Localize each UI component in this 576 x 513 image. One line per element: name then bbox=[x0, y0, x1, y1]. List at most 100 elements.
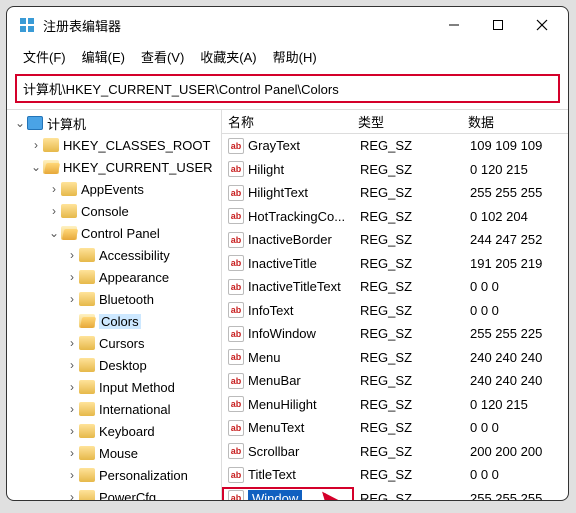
value-name-cell: abHilightText bbox=[222, 185, 354, 201]
value-name-cell: abInactiveTitle bbox=[222, 255, 354, 271]
tree-accessibility[interactable]: ›Accessibility bbox=[7, 244, 221, 266]
value-data: 0 0 0 bbox=[464, 420, 568, 435]
value-name: TitleText bbox=[248, 467, 296, 482]
value-data: 0 0 0 bbox=[464, 303, 568, 318]
value-row[interactable]: abInfoWindowREG_SZ255 255 225 bbox=[222, 322, 568, 346]
chevron-down-icon[interactable]: ⌄ bbox=[29, 160, 43, 174]
chevron-right-icon[interactable]: › bbox=[65, 490, 79, 500]
menu-edit[interactable]: 编辑(E) bbox=[76, 45, 131, 68]
value-row[interactable]: abInactiveTitleTextREG_SZ0 0 0 bbox=[222, 275, 568, 299]
tree-international[interactable]: ›International bbox=[7, 398, 221, 420]
chevron-right-icon[interactable]: › bbox=[65, 248, 79, 262]
value-row[interactable]: abMenuTextREG_SZ0 0 0 bbox=[222, 416, 568, 440]
menu-help[interactable]: 帮助(H) bbox=[267, 45, 323, 68]
value-row[interactable]: abMenuHilightREG_SZ0 120 215 bbox=[222, 393, 568, 417]
tree-root[interactable]: ⌄ 计算机 bbox=[7, 112, 221, 134]
value-row[interactable]: abWindowREG_SZ255 255 255 bbox=[222, 487, 568, 501]
tree-inputmethod[interactable]: › Input Method bbox=[7, 376, 221, 398]
folder-icon bbox=[79, 336, 95, 350]
chevron-right-icon[interactable]: › bbox=[47, 204, 61, 218]
value-row[interactable]: abGrayTextREG_SZ109 109 109 bbox=[222, 134, 568, 158]
chevron-right-icon[interactable]: › bbox=[47, 182, 61, 196]
col-type[interactable]: 类型 bbox=[352, 112, 462, 131]
tree-hkcu[interactable]: ⌄ HKEY_CURRENT_USER bbox=[7, 156, 221, 178]
value-type: REG_SZ bbox=[354, 209, 464, 224]
close-button[interactable] bbox=[520, 11, 564, 39]
tree-controlpanel[interactable]: ⌄ Control Panel bbox=[7, 222, 221, 244]
app-icon bbox=[19, 17, 35, 33]
minimize-button[interactable] bbox=[432, 11, 476, 39]
value-row[interactable]: abHilightREG_SZ0 120 215 bbox=[222, 158, 568, 182]
value-name: Menu bbox=[248, 350, 281, 365]
value-row[interactable]: abInactiveTitleREG_SZ191 205 219 bbox=[222, 252, 568, 276]
value-data: 0 0 0 bbox=[464, 279, 568, 294]
tree-hkcr[interactable]: › HKEY_CLASSES_ROOT bbox=[7, 134, 221, 156]
tree-bluetooth[interactable]: ›Bluetooth bbox=[7, 288, 221, 310]
value-row[interactable]: abInactiveBorderREG_SZ244 247 252 bbox=[222, 228, 568, 252]
folder-icon bbox=[61, 182, 77, 196]
chevron-right-icon[interactable]: › bbox=[65, 358, 79, 372]
folder-icon bbox=[79, 402, 95, 416]
tree-label: Input Method bbox=[99, 380, 175, 395]
menu-view[interactable]: 查看(V) bbox=[135, 45, 190, 68]
chevron-right-icon[interactable]: › bbox=[65, 424, 79, 438]
string-value-icon: ab bbox=[228, 349, 244, 365]
menu-file[interactable]: 文件(F) bbox=[17, 45, 72, 68]
folder-icon bbox=[79, 248, 95, 262]
value-row[interactable]: abMenuREG_SZ240 240 240 bbox=[222, 346, 568, 370]
list-panel[interactable]: 名称 类型 数据 abGrayTextREG_SZ109 109 109abHi… bbox=[222, 110, 568, 500]
chevron-right-icon[interactable]: › bbox=[65, 446, 79, 460]
column-headers: 名称 类型 数据 bbox=[222, 110, 568, 134]
value-row[interactable]: abScrollbarREG_SZ200 200 200 bbox=[222, 440, 568, 464]
tree-label: Personalization bbox=[99, 468, 188, 483]
value-name-cell: abScrollbar bbox=[222, 443, 354, 459]
menu-favorites[interactable]: 收藏夹(A) bbox=[194, 45, 262, 68]
string-value-icon: ab bbox=[228, 138, 244, 154]
tree-mouse[interactable]: ›Mouse bbox=[7, 442, 221, 464]
string-value-icon: ab bbox=[228, 467, 244, 483]
col-name[interactable]: 名称 bbox=[222, 112, 352, 131]
address-bar[interactable]: 计算机\HKEY_CURRENT_USER\Control Panel\Colo… bbox=[15, 74, 560, 103]
value-name-cell: abGrayText bbox=[222, 138, 354, 154]
tree-console[interactable]: › Console bbox=[7, 200, 221, 222]
chevron-right-icon[interactable]: › bbox=[65, 402, 79, 416]
folder-icon bbox=[79, 490, 95, 500]
tree-cursors[interactable]: ›Cursors bbox=[7, 332, 221, 354]
maximize-button[interactable] bbox=[476, 11, 520, 39]
tree-label: Console bbox=[81, 204, 129, 219]
tree-appevents[interactable]: › AppEvents bbox=[7, 178, 221, 200]
tree-appearance[interactable]: ›Appearance bbox=[7, 266, 221, 288]
tree-colors[interactable]: Colors bbox=[7, 310, 221, 332]
value-type: REG_SZ bbox=[354, 397, 464, 412]
value-row[interactable]: abHotTrackingCo...REG_SZ0 102 204 bbox=[222, 205, 568, 229]
value-data: 255 255 255 bbox=[464, 491, 568, 500]
value-row[interactable]: abHilightTextREG_SZ255 255 255 bbox=[222, 181, 568, 205]
chevron-right-icon[interactable]: › bbox=[65, 468, 79, 482]
chevron-right-icon[interactable]: › bbox=[29, 138, 43, 152]
string-value-icon: ab bbox=[228, 255, 244, 271]
value-name-cell: abHilight bbox=[222, 161, 354, 177]
tree-label: Desktop bbox=[99, 358, 147, 373]
chevron-right-icon[interactable]: › bbox=[65, 292, 79, 306]
value-name: InfoWindow bbox=[248, 326, 316, 341]
value-type: REG_SZ bbox=[354, 303, 464, 318]
chevron-down-icon[interactable]: ⌄ bbox=[13, 116, 27, 130]
col-data[interactable]: 数据 bbox=[462, 112, 568, 131]
chevron-right-icon[interactable]: › bbox=[65, 380, 79, 394]
titlebar: 注册表编辑器 bbox=[7, 7, 568, 43]
value-data: 200 200 200 bbox=[464, 444, 568, 459]
value-type: REG_SZ bbox=[354, 467, 464, 482]
value-row[interactable]: abInfoTextREG_SZ0 0 0 bbox=[222, 299, 568, 323]
tree-panel[interactable]: ⌄ 计算机 › HKEY_CLASSES_ROOT ⌄ HKEY_CURRENT… bbox=[7, 110, 222, 500]
chevron-right-icon[interactable]: › bbox=[65, 270, 79, 284]
tree-keyboard[interactable]: ›Keyboard bbox=[7, 420, 221, 442]
chevron-right-icon[interactable]: › bbox=[65, 336, 79, 350]
value-name-cell: abMenuBar bbox=[222, 373, 354, 389]
folder-icon bbox=[79, 468, 95, 482]
value-row[interactable]: abMenuBarREG_SZ240 240 240 bbox=[222, 369, 568, 393]
value-row[interactable]: abTitleTextREG_SZ0 0 0 bbox=[222, 463, 568, 487]
tree-powercfg[interactable]: ›PowerCfg bbox=[7, 486, 221, 500]
chevron-down-icon[interactable]: ⌄ bbox=[47, 226, 61, 240]
tree-personalization[interactable]: › Personalization bbox=[7, 464, 221, 486]
tree-desktop[interactable]: › Desktop bbox=[7, 354, 221, 376]
